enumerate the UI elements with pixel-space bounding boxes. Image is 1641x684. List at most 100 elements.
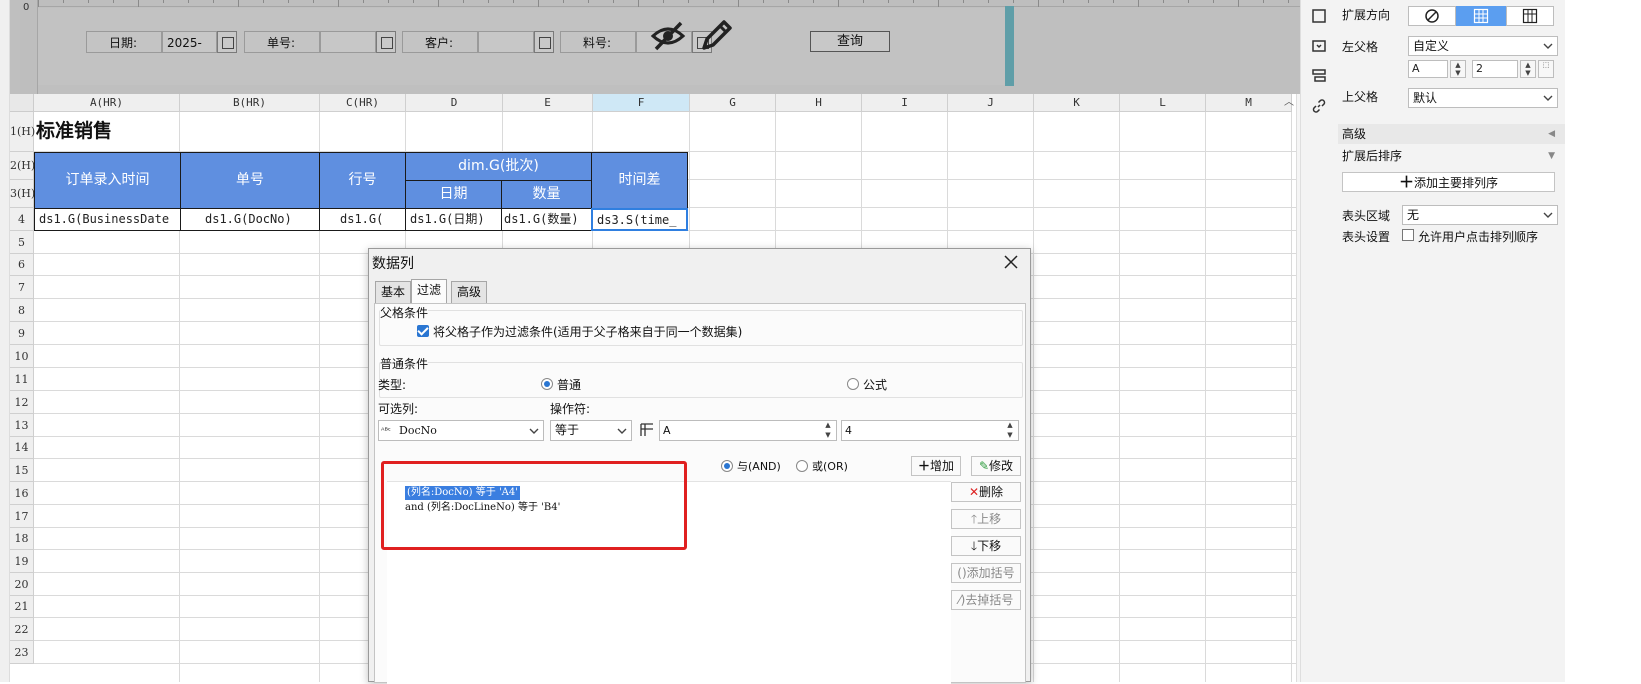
header-doc-no[interactable]: 单号 <box>180 152 320 209</box>
cell-attribute-icon[interactable] <box>1311 38 1327 54</box>
cell-element-icon[interactable] <box>1311 8 1327 24</box>
row-header[interactable]: 2(H) <box>10 152 35 180</box>
row-header[interactable]: 4 <box>10 208 34 231</box>
left-parent-row-spinner[interactable]: ▲ ▼ <box>1520 60 1536 78</box>
header-quantity[interactable]: 数量 <box>501 180 592 209</box>
customer-picker-icon[interactable] <box>534 31 554 53</box>
type-normal-radio[interactable] <box>541 378 553 390</box>
column-header[interactable]: L <box>1120 94 1206 112</box>
value-row-down-icon[interactable]: ▼ <box>1003 431 1017 441</box>
header-date[interactable]: 日期 <box>405 180 502 209</box>
column-header[interactable]: M <box>1206 94 1292 112</box>
expand-vertical-toggle[interactable] <box>1456 6 1506 26</box>
cell-f4-selected[interactable]: ds3.S(time_ <box>591 208 688 231</box>
tab-basic[interactable]: 基本 <box>375 281 412 303</box>
condition-attribute-icon[interactable] <box>1311 68 1327 84</box>
row-header[interactable]: 19 <box>10 550 34 573</box>
hyperlink-icon[interactable] <box>1311 98 1327 114</box>
cell-b4[interactable]: ds1.G(DocNo) <box>180 208 320 231</box>
or-radio[interactable] <box>796 460 808 472</box>
and-radio[interactable] <box>721 460 733 472</box>
upper-parent-select[interactable]: 默认 <box>1408 88 1558 108</box>
order-no-picker-icon[interactable] <box>376 31 396 53</box>
header-area-select[interactable]: 无 <box>1402 205 1558 225</box>
left-parent-row-input[interactable]: 2 <box>1472 60 1518 78</box>
column-header[interactable]: E <box>503 94 593 112</box>
row-header[interactable]: 21 <box>10 596 34 618</box>
row-header[interactable]: 8 <box>10 299 34 322</box>
delete-button[interactable]: ✕删除 <box>951 482 1021 502</box>
modify-condition-button[interactable]: ✎修改 <box>971 456 1021 476</box>
row-header[interactable]: 3(H) <box>10 180 35 208</box>
add-bracket-button[interactable]: ()添加括号 <box>951 563 1021 583</box>
date-input[interactable]: 2025-05- <box>162 31 217 53</box>
pick-cell-icon[interactable]: ⬚ <box>1538 60 1554 78</box>
row-header[interactable]: 14 <box>10 437 34 459</box>
remove-bracket-button[interactable]: ⁄)去掉括号 <box>951 590 1021 610</box>
type-formula-radio[interactable] <box>847 378 859 390</box>
calendar-icon[interactable] <box>217 31 237 53</box>
move-up-button[interactable]: 🡑上移 <box>951 509 1021 529</box>
close-icon[interactable] <box>1002 253 1020 271</box>
header-time-diff[interactable]: 时间差 <box>591 152 688 209</box>
column-header[interactable]: F <box>593 94 690 112</box>
column-header[interactable]: C(HR) <box>320 94 406 112</box>
column-header[interactable]: I <box>862 94 948 112</box>
parameter-resize-bar[interactable] <box>1005 6 1014 86</box>
row-header[interactable]: 6 <box>10 254 34 276</box>
add-primary-sort-button[interactable]: ＋添加主要排列序 <box>1342 172 1555 192</box>
edit-pen-icon[interactable] <box>698 18 734 54</box>
expand-horizontal-toggle[interactable] <box>1506 6 1554 26</box>
column-header[interactable]: H <box>776 94 862 112</box>
customer-input[interactable] <box>478 31 534 53</box>
column-header[interactable]: A(HR) <box>34 94 180 112</box>
move-down-button[interactable]: 🡓下移 <box>951 536 1021 556</box>
left-parent-select[interactable]: 自定义 <box>1408 36 1558 56</box>
column-header[interactable]: B(HR) <box>180 94 320 112</box>
row-header[interactable]: 23 <box>10 641 34 664</box>
column-header[interactable]: J <box>948 94 1034 112</box>
allow-user-sort-checkbox[interactable] <box>1402 229 1414 241</box>
column-select[interactable]: ᴬᴮᶜ DocNo <box>378 420 544 441</box>
cell-d4[interactable]: ds1.G(日期) <box>405 208 502 231</box>
scroll-up-arrow-icon[interactable]: ︿ <box>1282 94 1296 112</box>
select-all-corner[interactable] <box>10 94 34 112</box>
row-header[interactable]: 18 <box>10 528 34 550</box>
value-column-down-icon[interactable]: ▼ <box>821 431 835 441</box>
row-header[interactable]: 15 <box>10 459 34 482</box>
cell-c4[interactable]: ds1.G( <box>319 208 406 231</box>
cell-picker-icon[interactable] <box>639 422 655 438</box>
column-header[interactable]: D <box>406 94 503 112</box>
query-button[interactable]: 查询 <box>810 31 890 52</box>
row-header[interactable]: 20 <box>10 573 34 596</box>
left-parent-column-spinner[interactable]: ▲ ▼ <box>1450 60 1466 78</box>
row-header[interactable]: 5 <box>10 231 34 254</box>
tab-advanced[interactable]: 高级 <box>451 281 488 303</box>
row-header[interactable]: 11 <box>10 368 34 391</box>
row-header[interactable]: 10 <box>10 345 34 368</box>
header-dim-batch[interactable]: dim.G(批次) <box>405 152 592 181</box>
row-header[interactable]: 9 <box>10 322 34 345</box>
column-header[interactable]: K <box>1034 94 1120 112</box>
row-header[interactable]: 13 <box>10 414 34 437</box>
cell-e4[interactable]: ds1.G(数量) <box>501 208 592 231</box>
value-row-up-icon[interactable]: ▲ <box>1003 421 1017 431</box>
advanced-section[interactable]: 高级 ◀ <box>1338 124 1565 144</box>
cell-a4[interactable]: ds1.G(BusinessDate <box>34 208 181 231</box>
report-title-cell[interactable]: 标准销售 <box>34 112 180 152</box>
operator-select[interactable]: 等于 <box>550 420 632 441</box>
order-no-input[interactable] <box>320 31 376 53</box>
sort-after-expand-section[interactable]: 扩展后排序 ▼ <box>1338 146 1565 166</box>
row-header[interactable]: 22 <box>10 618 34 641</box>
hidden-eye-icon[interactable] <box>650 20 686 52</box>
parent-filter-checkbox[interactable] <box>417 325 429 337</box>
expand-none-toggle[interactable] <box>1408 6 1456 26</box>
add-condition-button[interactable]: ＋增加 <box>911 456 961 476</box>
column-header[interactable]: G <box>690 94 776 112</box>
value-column-input[interactable]: A <box>659 420 837 441</box>
value-row-input[interactable]: 4 <box>841 420 1019 441</box>
left-parent-column-input[interactable]: A <box>1408 60 1448 78</box>
row-header[interactable]: 17 <box>10 505 34 528</box>
row-header[interactable]: 12 <box>10 391 34 414</box>
value-column-up-icon[interactable]: ▲ <box>821 421 835 431</box>
